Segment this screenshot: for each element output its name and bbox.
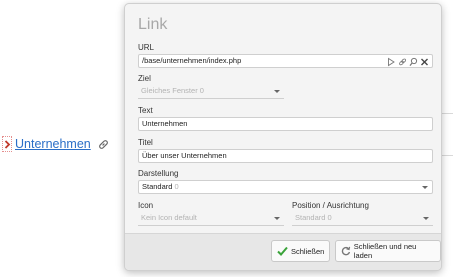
clear-icon[interactable]	[420, 57, 429, 67]
close-reload-button-label: Schließen und neu laden	[353, 242, 417, 260]
text-field[interactable]: Unternehmen	[138, 117, 433, 131]
ziel-value: Gleiches Fenster 0	[141, 86, 204, 95]
darstellung-select[interactable]: Standard 0	[138, 180, 433, 194]
chevron-down-icon	[274, 90, 280, 93]
url-value: /base/unternehmen/index.php	[142, 56, 242, 65]
position-value: Standard 0	[295, 213, 332, 222]
checkmark-icon	[277, 246, 288, 256]
titel-label: Titel	[138, 138, 153, 147]
chevron-down-icon	[423, 217, 429, 220]
icon-value: Kein Icon default	[141, 213, 197, 222]
reload-icon	[341, 246, 351, 256]
ziel-label: Ziel	[138, 74, 151, 83]
select-icon[interactable]	[387, 57, 396, 67]
popover-tail	[0, 0, 130, 277]
darstellung-value: Standard	[142, 182, 173, 191]
dialog-title: Link	[138, 16, 168, 33]
position-select[interactable]: Standard 0	[292, 212, 433, 226]
close-button-label: Schließen	[291, 246, 325, 256]
link-dialog: Link URL /base/unternehmen/index.php Zie…	[124, 3, 442, 271]
url-actions	[387, 56, 429, 67]
chevron-down-icon	[422, 186, 428, 189]
darstellung-suffix: 0	[174, 182, 179, 191]
darstellung-label: Darstellung	[138, 169, 179, 178]
position-label: Position / Ausrichtung	[292, 201, 369, 210]
titel-field[interactable]: Über unser Unternehmen	[138, 149, 433, 163]
icon-select[interactable]: Kein Icon default	[138, 212, 284, 226]
close-button[interactable]: Schließen	[271, 240, 331, 262]
ziel-select[interactable]: Gleiches Fenster 0	[138, 85, 284, 99]
search-icon[interactable]	[409, 57, 418, 67]
chevron-down-icon	[274, 217, 280, 220]
dialog-footer: Schließen Schließen und neu laden	[125, 233, 441, 270]
url-field[interactable]: /base/unternehmen/index.php	[138, 54, 433, 68]
text-label: Text	[138, 106, 153, 115]
close-reload-button[interactable]: Schließen und neu laden	[335, 240, 441, 262]
titel-value: Über unser Unternehmen	[142, 151, 227, 160]
icon-label: Icon	[138, 201, 154, 210]
link-icon[interactable]	[398, 57, 407, 67]
url-label: URL	[138, 43, 155, 52]
text-value: Unternehmen	[142, 119, 188, 128]
